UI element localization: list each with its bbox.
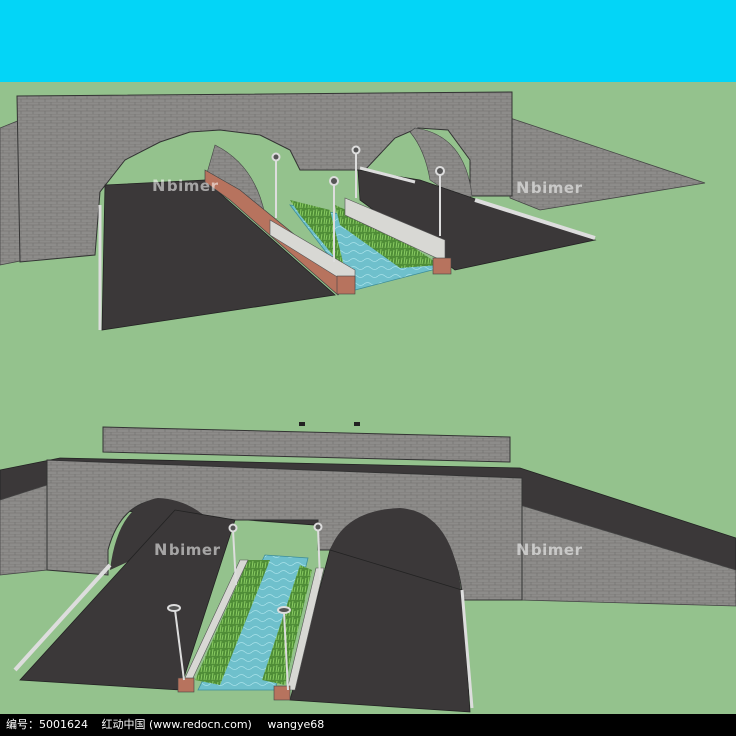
watermark-2: Nbimer (516, 178, 583, 197)
footer-author: wangye68 (267, 718, 325, 731)
deck-lamp-b (354, 422, 360, 426)
footer-id: 编号：5001624 (6, 718, 88, 731)
watermark-4: Nbimer (516, 540, 583, 559)
sky (0, 0, 736, 82)
watermark-3: Nbimer (154, 540, 221, 559)
watermark-1: Nbimer (152, 176, 219, 195)
bottom-planter-a (177, 677, 195, 693)
bottom-left-embankment (0, 484, 48, 576)
bridge-3d-scene (0, 0, 736, 714)
planter-block-b (432, 257, 452, 275)
planter-block-a (336, 275, 356, 295)
viewport: Nbimer Nbimer Nbimer Nbimer 编号：5001624 红… (0, 0, 736, 736)
footer-bar: 编号：5001624 红动中国 (www.redocn.com) wangye6… (0, 714, 736, 736)
footer-site: 红动中国 (www.redocn.com) (101, 718, 252, 731)
deck-lamp-a (299, 422, 305, 426)
